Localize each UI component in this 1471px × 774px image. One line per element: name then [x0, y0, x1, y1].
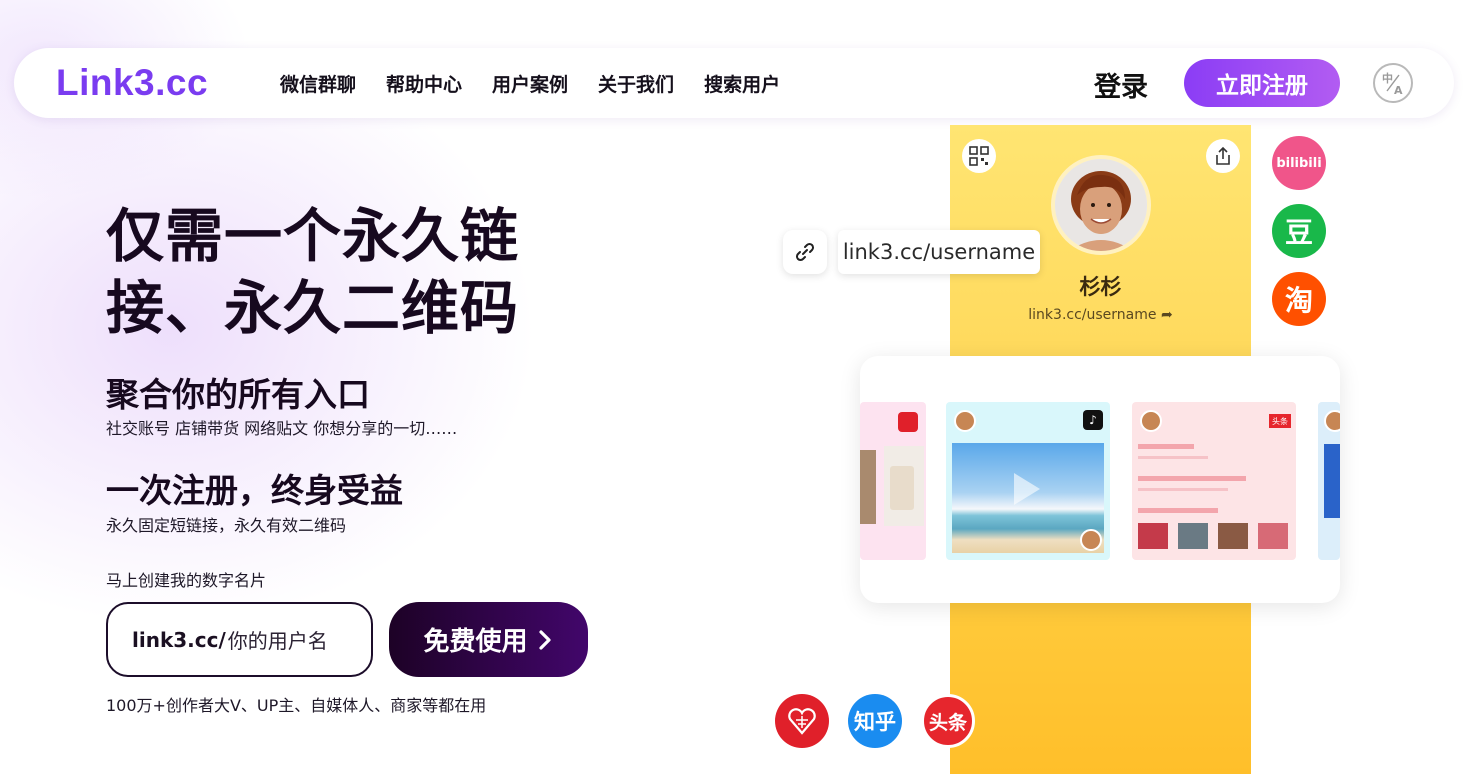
profile-url: link3.cc/username ➦: [1028, 307, 1173, 323]
username-input[interactable]: link3.cc/ 你的用户名: [106, 602, 373, 677]
shop-card: [860, 402, 926, 560]
douyin-video-card: ♪: [946, 402, 1110, 560]
top-nav: Link3.cc 微信群聊 帮助中心 用户案例 关于我们 搜索用户 登录 立即注…: [14, 48, 1454, 118]
section-aggregate-title: 聚合你的所有入口: [106, 375, 370, 414]
link-icon: [783, 230, 827, 274]
partial-card: [1318, 402, 1340, 560]
pinduoduo-tag-icon: [898, 412, 918, 432]
hero-headline-line-2: 接、永久二维码: [106, 274, 520, 342]
pinduoduo-icon: [775, 694, 829, 748]
toutiao-tag-icon: 头条: [1269, 414, 1291, 428]
nav-links: 微信群聊 帮助中心 用户案例 关于我们 搜索用户: [280, 70, 780, 97]
douban-icon: 豆: [1272, 204, 1326, 258]
profile-name: 杉杉: [1079, 275, 1122, 299]
hero-headline: 仅需一个永久链 接、永久二维码: [106, 200, 586, 344]
section-register-subtitle: 永久固定短链接，永久有效二维码: [106, 516, 347, 535]
language-switch[interactable]: 中 A: [1373, 63, 1413, 103]
bilibili-icon: bilibili: [1272, 136, 1326, 190]
profile-avatar: [1051, 155, 1151, 255]
card-avatar: [954, 410, 976, 432]
chevron-right-icon: [538, 629, 551, 650]
free-use-label: 免费使用: [423, 627, 528, 657]
hero-headline-line-1: 仅需一个永久链: [106, 202, 520, 270]
video-thumbnail: [952, 443, 1104, 553]
nav-link-wechat-group[interactable]: 微信群聊: [280, 70, 356, 97]
nav-link-help-center[interactable]: 帮助中心: [386, 70, 462, 97]
play-icon: [1014, 473, 1040, 505]
content-cards-strip: ♪ 头条: [860, 356, 1340, 603]
social-proof-text: 100万+创作者大V、UP主、自媒体人、商家等都在用: [106, 696, 487, 715]
section-register-title: 一次注册，终身受益: [106, 471, 403, 510]
username-prefix: link3.cc/: [132, 627, 226, 652]
forward-icon: ➦: [1160, 307, 1173, 323]
toutiao-article-card: 头条: [1132, 402, 1296, 560]
toutiao-icon: 头条: [921, 694, 975, 748]
translate-icon: 中 A: [1382, 71, 1403, 97]
link-url-chip: link3.cc/username: [838, 230, 1040, 274]
svg-text:A: A: [1394, 84, 1403, 97]
login-link[interactable]: 登录: [1094, 65, 1148, 104]
username-placeholder: 你的用户名: [227, 629, 328, 653]
svg-text:中: 中: [1382, 71, 1393, 85]
card-avatar: [1140, 410, 1162, 432]
qr-code-icon: [962, 139, 996, 173]
brand-logo[interactable]: Link3.cc: [56, 62, 208, 104]
landing-page: Link3.cc 微信群聊 帮助中心 用户案例 关于我们 搜索用户 登录 立即注…: [0, 0, 1471, 774]
nav-link-search-users[interactable]: 搜索用户: [704, 70, 780, 97]
taobao-icon: 淘: [1272, 272, 1326, 326]
signup-button[interactable]: 立即注册: [1184, 59, 1340, 107]
nav-link-user-cases[interactable]: 用户案例: [492, 70, 568, 97]
create-card-label: 马上创建我的数字名片: [106, 571, 267, 590]
section-aggregate-subtitle: 社交账号 店铺带货 网络贴文 你想分享的一切……: [106, 419, 458, 438]
zhihu-icon: 知乎: [848, 694, 902, 748]
douyin-icon: ♪: [1083, 410, 1103, 430]
share-icon: [1206, 139, 1240, 173]
nav-link-about-us[interactable]: 关于我们: [598, 70, 674, 97]
free-use-button[interactable]: 免费使用: [389, 602, 588, 677]
